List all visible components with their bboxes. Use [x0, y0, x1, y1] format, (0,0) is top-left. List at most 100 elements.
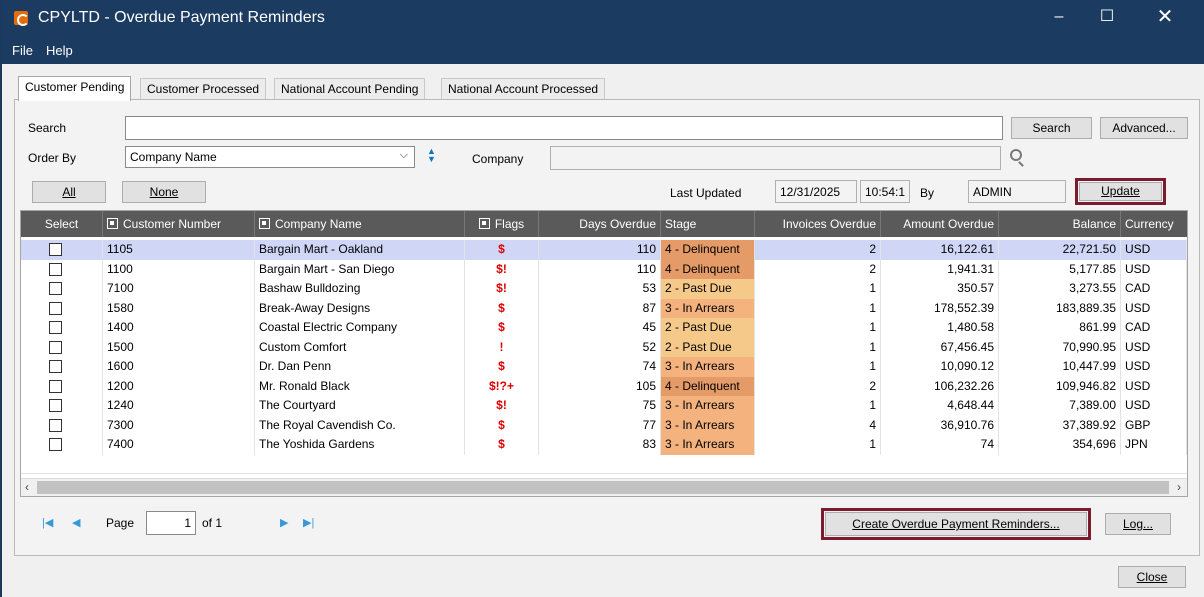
table-row[interactable]: 1500 Custom Comfort! 52 2 - Past Due 1 67,456… — [21, 337, 1187, 357]
row-select[interactable] — [21, 240, 103, 260]
cell-currency: GBP — [1121, 415, 1187, 435]
close-window-button[interactable]: ✕ — [1142, 0, 1188, 36]
table-row[interactable]: 1600 Dr. Dan Penn $74 3 - In Arrears 1 10,090… — [21, 357, 1187, 377]
cell-flags: $ — [465, 318, 539, 338]
first-page-icon[interactable]: |◀ — [42, 516, 53, 529]
row-select[interactable] — [21, 415, 103, 435]
cell-customer-number: 1600 — [103, 357, 255, 377]
col-stage[interactable]: Stage — [661, 211, 755, 237]
table-row[interactable]: 1580 Break-Away Designs $87 3 - In Arrears 1… — [21, 298, 1187, 318]
update-button[interactable]: Update — [1075, 178, 1166, 205]
company-field[interactable] — [550, 146, 1001, 170]
page-number-input[interactable] — [146, 511, 196, 535]
cell-stage: 2 - Past Due — [661, 318, 755, 338]
col-flags[interactable]: Flags — [465, 211, 539, 237]
cell-customer-number: 1500 — [103, 337, 255, 357]
row-checkbox[interactable] — [49, 243, 62, 256]
cell-balance: 37,389.92 — [999, 415, 1121, 435]
cell-days-overdue: 52 — [539, 337, 661, 357]
menu-file[interactable]: File — [12, 43, 33, 58]
col-company-name[interactable]: Company Name — [255, 211, 465, 237]
menu-help[interactable]: Help — [46, 43, 73, 58]
log-button[interactable]: Log... — [1105, 513, 1171, 535]
by-label: By — [920, 186, 935, 200]
cell-flags: $ — [465, 357, 539, 377]
cell-stage: 2 - Past Due — [661, 279, 755, 299]
grid-header: Select Customer Number Company Name Flag… — [21, 211, 1187, 237]
row-select[interactable] — [21, 396, 103, 416]
table-row[interactable]: 1200 Mr. Ronald Black $!?+ 105 4 - Delinquen… — [21, 376, 1187, 396]
col-select[interactable]: Select — [21, 211, 103, 237]
select-all-button[interactable]: All — [32, 181, 106, 203]
col-amount-overdue[interactable]: Amount Overdue — [881, 211, 999, 237]
col-invoices-overdue[interactable]: Invoices Overdue — [755, 211, 881, 237]
row-checkbox[interactable] — [49, 340, 62, 354]
tab-customer-processed[interactable]: Customer Processed — [140, 78, 267, 100]
last-page-icon[interactable]: ▶| — [303, 516, 314, 529]
cell-company-name: Bashaw Bulldozing — [255, 279, 465, 299]
col-currency[interactable]: Currency — [1121, 211, 1187, 237]
cell-flags: $ — [465, 298, 539, 318]
row-checkbox[interactable] — [49, 360, 62, 373]
cell-company-name: The Courtyard — [255, 396, 465, 416]
row-select[interactable] — [21, 318, 103, 338]
tab-national-account-processed[interactable]: National Account Processed — [441, 78, 606, 100]
previous-page-icon[interactable]: ◀ — [72, 516, 80, 529]
table-row[interactable]: 1400 Coastal Electric Company $45 2 - Past … — [21, 318, 1187, 338]
row-checkbox[interactable] — [49, 301, 62, 315]
row-checkbox[interactable] — [49, 379, 62, 393]
scroll-thumb[interactable] — [37, 481, 1169, 494]
row-select[interactable] — [21, 279, 103, 299]
cell-balance: 3,273.55 — [999, 279, 1121, 299]
scroll-left-icon[interactable]: ‹ — [25, 480, 29, 494]
row-checkbox[interactable] — [49, 418, 62, 432]
row-select[interactable] — [21, 298, 103, 318]
row-checkbox[interactable] — [49, 282, 62, 295]
scroll-right-icon[interactable]: › — [1177, 480, 1181, 494]
col-balance[interactable]: Balance — [999, 211, 1121, 237]
select-none-button[interactable]: None — [122, 181, 206, 203]
row-select[interactable] — [21, 357, 103, 377]
advanced-button[interactable]: Advanced... — [1100, 117, 1188, 139]
table-row[interactable]: 1240 The Courtyard $! 75 3 - In Arrears 1 4,64… — [21, 396, 1187, 416]
cell-company-name: Coastal Electric Company — [255, 318, 465, 338]
row-checkbox[interactable] — [49, 262, 62, 276]
col-customer-number[interactable]: Customer Number — [103, 211, 255, 237]
cell-balance: 7,389.00 — [999, 396, 1121, 416]
tab-customer-pending[interactable]: Customer Pending — [18, 76, 132, 101]
minimize-button[interactable]: – — [1036, 0, 1082, 36]
order-by-select[interactable]: Company Name ⌵ — [125, 146, 415, 168]
cell-balance: 22,721.50 — [999, 240, 1121, 260]
row-select[interactable] — [21, 376, 103, 396]
page-count: of 1 — [202, 516, 223, 530]
magnifier-icon[interactable] — [1010, 149, 1022, 161]
cell-company-name: Mr. Ronald Black — [255, 376, 465, 396]
search-input[interactable] — [125, 116, 1003, 140]
horizontal-scrollbar[interactable]: ‹ › — [21, 478, 1187, 496]
row-select[interactable] — [21, 337, 103, 357]
table-row[interactable]: 7100 Bashaw Bulldozing $! 53 2 - Past Due 1 35… — [21, 279, 1187, 299]
cell-balance: 183,889.35 — [999, 298, 1121, 318]
row-select[interactable] — [21, 435, 103, 455]
row-checkbox[interactable] — [49, 438, 62, 451]
next-page-icon[interactable]: ▶ — [280, 516, 288, 529]
col-days-overdue[interactable]: Days Overdue — [539, 211, 661, 237]
cell-company-name: Custom Comfort — [255, 337, 465, 357]
row-checkbox[interactable] — [49, 321, 62, 334]
create-reminders-button[interactable]: Create Overdue Payment Reminders... — [821, 508, 1091, 540]
table-row[interactable]: 7300 The Royal Cavendish Co. $77 3 - In Arr… — [21, 415, 1187, 435]
cell-days-overdue: 110 — [539, 240, 661, 260]
order-by-value: Company Name — [130, 150, 217, 164]
tab-national-account-pending[interactable]: National Account Pending — [274, 78, 426, 100]
maximize-button[interactable]: ☐ — [1084, 0, 1130, 36]
table-row[interactable]: 7400 The Yoshida Gardens $83 3 - In Arrears… — [21, 435, 1187, 455]
close-button[interactable]: Close — [1118, 566, 1186, 588]
row-checkbox[interactable] — [49, 399, 62, 412]
row-select[interactable] — [21, 259, 103, 279]
search-button[interactable]: Search — [1011, 117, 1092, 139]
table-row[interactable]: 1100 Bargain Mart - San Diego $! 110 4 - Del… — [21, 259, 1187, 279]
cell-flags: $! — [465, 396, 539, 416]
sort-direction-icon[interactable]: ▲ ▼ — [427, 147, 436, 164]
table-row[interactable]: 1105 Bargain Mart - Oakland $110 4 - Delinq… — [21, 240, 1187, 260]
cell-currency: USD — [1121, 259, 1187, 279]
